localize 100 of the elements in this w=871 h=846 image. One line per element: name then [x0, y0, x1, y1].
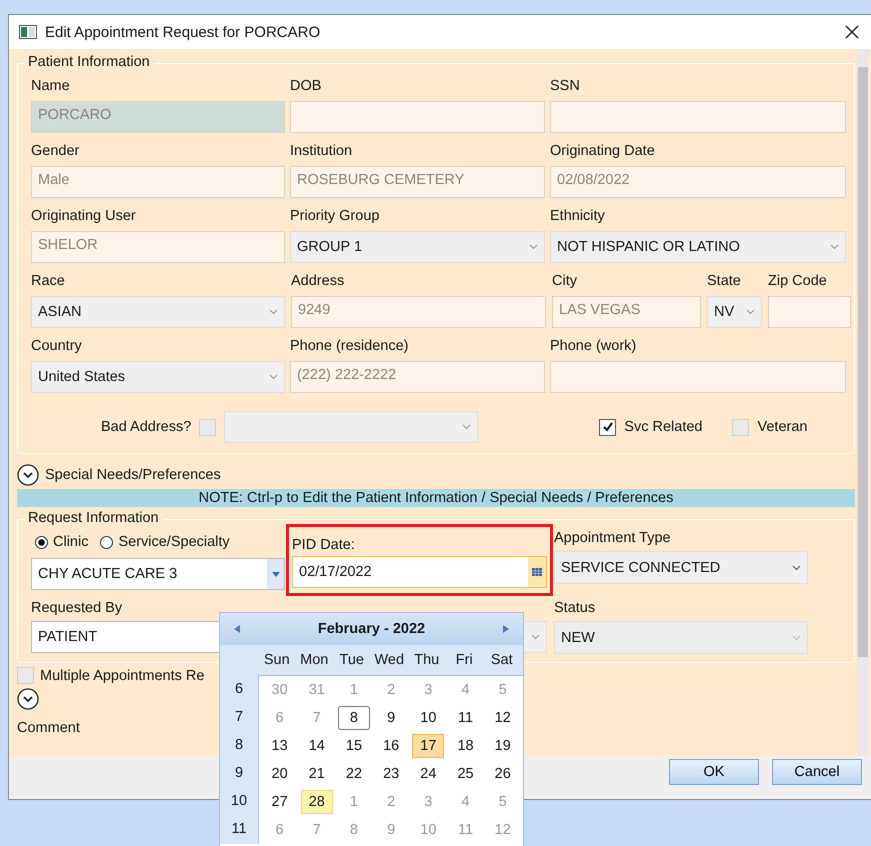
dropdown[interactable]: GROUP 1: [290, 231, 545, 263]
week-number: 10: [230, 792, 248, 811]
field-label: Gender: [31, 143, 80, 160]
dropdown[interactable]: NEW: [554, 621, 808, 654]
weekday-label: Thu: [413, 652, 440, 668]
dropdown[interactable]: CHY ACUTE CARE 3: [31, 558, 285, 590]
note-banner: NOTE: Ctrl-p to Edit the Patient Information / Special Needs / Preferences: [17, 489, 855, 507]
calendar-day[interactable]: 22: [338, 762, 370, 786]
checkbox-label: Bad Address?: [101, 419, 192, 435]
radio-option[interactable]: Clinic: [35, 534, 88, 550]
calendar-day[interactable]: 18: [450, 734, 482, 758]
close-icon[interactable]: [845, 25, 859, 39]
field-label: State: [707, 273, 742, 290]
weekday-label: Tue: [338, 652, 365, 668]
section-toggle-label: Special Needs/Preferences: [45, 467, 221, 483]
dropdown[interactable]: NOT HISPANIC OR LATINO: [550, 231, 846, 263]
chevron-down-icon: [792, 634, 801, 640]
field-label: Institution: [290, 143, 354, 160]
calendar-day[interactable]: 9: [375, 706, 408, 730]
calendar-day[interactable]: 8: [338, 706, 370, 730]
dropdown[interactable]: United States: [31, 361, 285, 393]
calendar-day[interactable]: 14: [300, 734, 333, 758]
calendar-day[interactable]: 23: [375, 762, 408, 786]
dropdown[interactable]: [224, 411, 478, 443]
date-field[interactable]: 02/17/2022: [292, 556, 547, 588]
calendar-day[interactable]: 21: [300, 762, 333, 786]
input-field[interactable]: [768, 296, 851, 328]
window-title: Edit Appointment Request for PORCARO: [45, 24, 320, 40]
checkbox[interactable]: [599, 418, 616, 436]
weekday-label: Mon: [299, 652, 330, 668]
chevron-down-icon: [462, 424, 472, 430]
chevron-down-icon: [746, 309, 755, 315]
month-title: February - 2022: [318, 621, 426, 637]
week-number: 7: [234, 708, 244, 727]
calendar-day[interactable]: 19: [486, 734, 519, 758]
next-month-icon[interactable]: [502, 625, 509, 633]
checkbox-label: Multiple Appointments Re: [40, 668, 204, 684]
calendar-icon: [532, 568, 542, 576]
cancel-button[interactable]: Cancel: [772, 759, 862, 785]
calendar-day[interactable]: 16: [375, 734, 408, 758]
dropdown[interactable]: ASIAN: [31, 296, 285, 328]
field-label: City: [552, 273, 578, 290]
calendar-day[interactable]: 26: [486, 762, 519, 786]
checkbox-label: Svc Related: [624, 419, 702, 435]
field-label: Phone (work): [550, 338, 638, 355]
chevron-circle-icon[interactable]: [17, 688, 39, 710]
app-icon: [19, 25, 37, 39]
weekday-label: Sat: [490, 652, 514, 668]
group-title: Request Information: [24, 510, 163, 526]
previous-month-icon[interactable]: [234, 625, 240, 633]
field-label: Originating Date: [550, 143, 656, 160]
check-icon: [602, 421, 614, 433]
chevron-down-icon: [529, 244, 538, 250]
calendar-day[interactable]: 28: [300, 790, 333, 814]
calendar-day[interactable]: 11: [450, 706, 482, 730]
input-field[interactable]: [550, 361, 846, 393]
chevron-down-icon: [531, 634, 540, 640]
calendar-day[interactable]: 27: [264, 790, 296, 814]
week-number: 6: [234, 680, 244, 699]
field-label: Country: [31, 338, 83, 355]
field-label: Zip Code: [768, 273, 828, 290]
field-label: Originating User: [31, 208, 137, 225]
field-label: Status: [554, 600, 596, 617]
field-label: Priority Group: [290, 208, 380, 225]
weekday-label: Fri: [454, 652, 474, 668]
field-label: Race: [31, 273, 66, 290]
field-label: Comment: [17, 720, 81, 736]
field-label: SSN: [550, 78, 581, 95]
calendar-day[interactable]: 13: [264, 734, 296, 758]
calendar-day[interactable]: 25: [450, 762, 482, 786]
field-label: Requested By: [31, 600, 124, 617]
calendar-day[interactable]: 15: [338, 734, 370, 758]
chevron-down-icon: [792, 564, 801, 570]
checkbox-label: Veteran: [757, 419, 808, 435]
field-label: Phone (residence): [290, 338, 410, 355]
field-label: Appointment Type: [554, 530, 672, 547]
chevron-down-icon: [830, 244, 839, 250]
calendar-day[interactable]: 10: [412, 706, 444, 730]
chevron-down-icon: [269, 374, 278, 380]
calendar-day[interactable]: 24: [412, 762, 444, 786]
chevron-circle-icon[interactable]: [17, 464, 39, 486]
weekday-label: Wed: [373, 652, 406, 668]
chevron-down-icon: [269, 309, 278, 315]
field-label: Address: [291, 273, 346, 290]
week-number: 11: [231, 820, 247, 839]
week-number: 8: [234, 736, 244, 755]
radio-option[interactable]: Service/Specialty: [100, 534, 230, 550]
ok-button[interactable]: OK: [669, 759, 759, 785]
scrollbar[interactable]: [857, 49, 869, 756]
input-field[interactable]: [550, 101, 846, 133]
dropdown[interactable]: NV: [707, 296, 762, 328]
caret-down-icon: [272, 572, 280, 576]
field-label: DOB: [290, 78, 322, 95]
calendar-day[interactable]: 12: [486, 706, 519, 730]
field-label: Name: [31, 78, 71, 95]
input-field[interactable]: [290, 101, 545, 133]
dropdown[interactable]: SERVICE CONNECTED: [554, 551, 808, 584]
field-label: Ethnicity: [550, 208, 606, 225]
calendar-day[interactable]: 20: [264, 762, 296, 786]
calendar-day[interactable]: 17: [412, 734, 444, 758]
